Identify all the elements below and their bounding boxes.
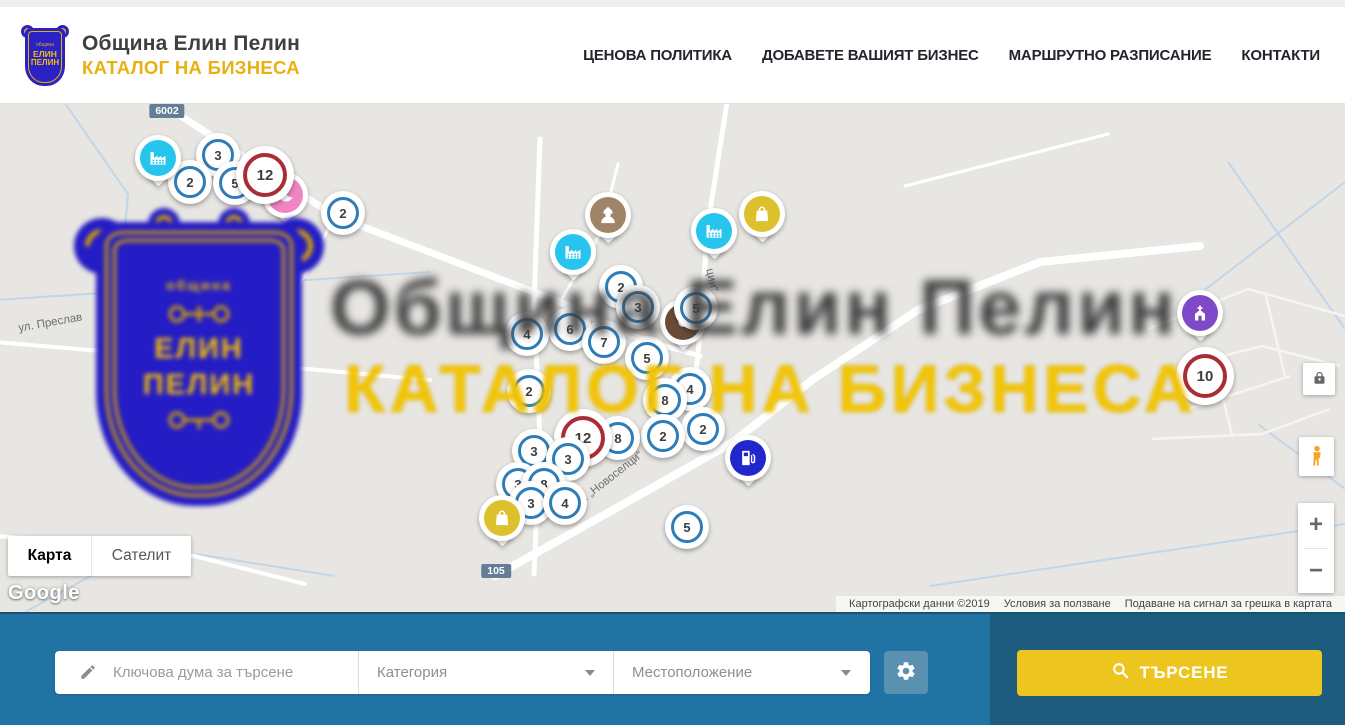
map-type-satellite-button[interactable]: Сателит: [91, 536, 191, 576]
zoom-in-button[interactable]: +: [1298, 503, 1334, 548]
map-attribution: Картографски данни ©2019 Условия за полз…: [836, 596, 1345, 612]
map-pin-church[interactable]: [1177, 290, 1223, 336]
site-subtitle: КАТАЛОГ НА БИЗНЕСА: [82, 57, 300, 79]
map-copyright: Картографски данни ©2019: [849, 598, 990, 610]
map-cluster-marker[interactable]: 7: [582, 320, 626, 364]
map-cluster-marker[interactable]: 10: [1176, 347, 1234, 405]
map-markers-layer: 325122235647524822812333834510: [0, 104, 1345, 612]
site-title: Община Елин Пелин: [82, 32, 300, 56]
map-pin-fuel[interactable]: [725, 435, 771, 481]
map-cluster-marker[interactable]: 3: [616, 285, 660, 329]
map-pin-factory[interactable]: [550, 229, 596, 275]
map-pin-factory[interactable]: [135, 135, 181, 181]
pegman-icon: [1306, 442, 1328, 472]
gear-icon: [895, 660, 917, 685]
google-logo[interactable]: Google: [8, 582, 80, 605]
fullscreen-lock-button[interactable]: [1303, 363, 1335, 395]
top-strip: [0, 0, 1345, 7]
map-pin-bag[interactable]: [479, 495, 525, 541]
nav-contacts[interactable]: КОНТАКТИ: [1241, 47, 1320, 64]
location-select[interactable]: Местоположение: [613, 651, 869, 694]
search-section: Категория Местоположение ТЪРСЕНЕ: [0, 612, 1345, 725]
map-cluster-marker[interactable]: 12: [236, 146, 294, 204]
map-cluster-marker[interactable]: 2: [641, 414, 685, 458]
map-cluster-marker[interactable]: 4: [543, 481, 587, 525]
zoom-out-button[interactable]: −: [1298, 549, 1334, 594]
map-cluster-marker[interactable]: 5: [665, 505, 709, 549]
chevron-down-icon: [841, 670, 851, 676]
map-cluster-marker[interactable]: 2: [507, 369, 551, 413]
map-cluster-marker[interactable]: 5: [625, 336, 669, 380]
map-cluster-marker[interactable]: 2: [321, 191, 365, 235]
map-pin-factory[interactable]: [691, 208, 737, 254]
main-nav: ЦЕНОВА ПОЛИТИКА ДОБАВЕТЕ ВАШИЯТ БИЗНЕС М…: [553, 47, 1320, 64]
emblem-top-text: община: [36, 42, 54, 48]
map-cluster-marker[interactable]: 5: [674, 286, 718, 330]
zoom-control: + −: [1298, 503, 1334, 593]
search-button[interactable]: ТЪРСЕНЕ: [1017, 650, 1322, 696]
map-type-control: Карта Сателит: [8, 536, 191, 576]
keyword-input[interactable]: [113, 664, 333, 681]
terms-of-use-link[interactable]: Условия за ползване: [1004, 598, 1111, 610]
municipality-emblem-icon: община ЕЛИН ПЕЛИН: [22, 24, 68, 86]
category-select-label: Категория: [377, 664, 447, 681]
emblem-name-line2: ПЕЛИН: [31, 59, 59, 68]
advanced-settings-button[interactable]: [884, 651, 928, 694]
location-select-label: Местоположение: [632, 664, 752, 681]
page: община ЕЛИН ПЕЛИН Община Елин Пелин КАТА…: [0, 0, 1345, 725]
site-logo[interactable]: община ЕЛИН ПЕЛИН Община Елин Пелин КАТА…: [22, 24, 300, 86]
pencil-icon: [79, 663, 97, 686]
nav-pricing-policy[interactable]: ЦЕНОВА ПОЛИТИКА: [583, 47, 732, 64]
map-cluster-marker[interactable]: 2: [681, 407, 725, 451]
header: община ЕЛИН ПЕЛИН Община Елин Пелин КАТА…: [0, 0, 1345, 104]
map-pin-bag[interactable]: [739, 191, 785, 237]
map-canvas[interactable]: ул. Преславбул. „Новоселци“ции“6002105 3…: [0, 104, 1345, 612]
chevron-down-icon: [585, 670, 595, 676]
keyword-field-wrap: [55, 651, 358, 694]
lock-icon: [1312, 370, 1327, 388]
nav-add-your-business[interactable]: ДОБАВЕТЕ ВАШИЯТ БИЗНЕС: [762, 47, 979, 64]
street-view-pegman-button[interactable]: [1299, 437, 1334, 476]
search-button-label: ТЪРСЕНЕ: [1140, 663, 1229, 683]
report-map-error-link[interactable]: Подаване на сигнал за грешка в картата: [1125, 598, 1332, 610]
map-cluster-marker[interactable]: 4: [505, 312, 549, 356]
nav-route-schedule[interactable]: МАРШРУТНО РАЗПИСАНИЕ: [1009, 47, 1212, 64]
category-select[interactable]: Категория: [358, 651, 613, 694]
map-type-map-button[interactable]: Карта: [8, 536, 91, 576]
filters-group: Категория Местоположение: [55, 651, 870, 694]
search-icon: [1111, 661, 1130, 685]
